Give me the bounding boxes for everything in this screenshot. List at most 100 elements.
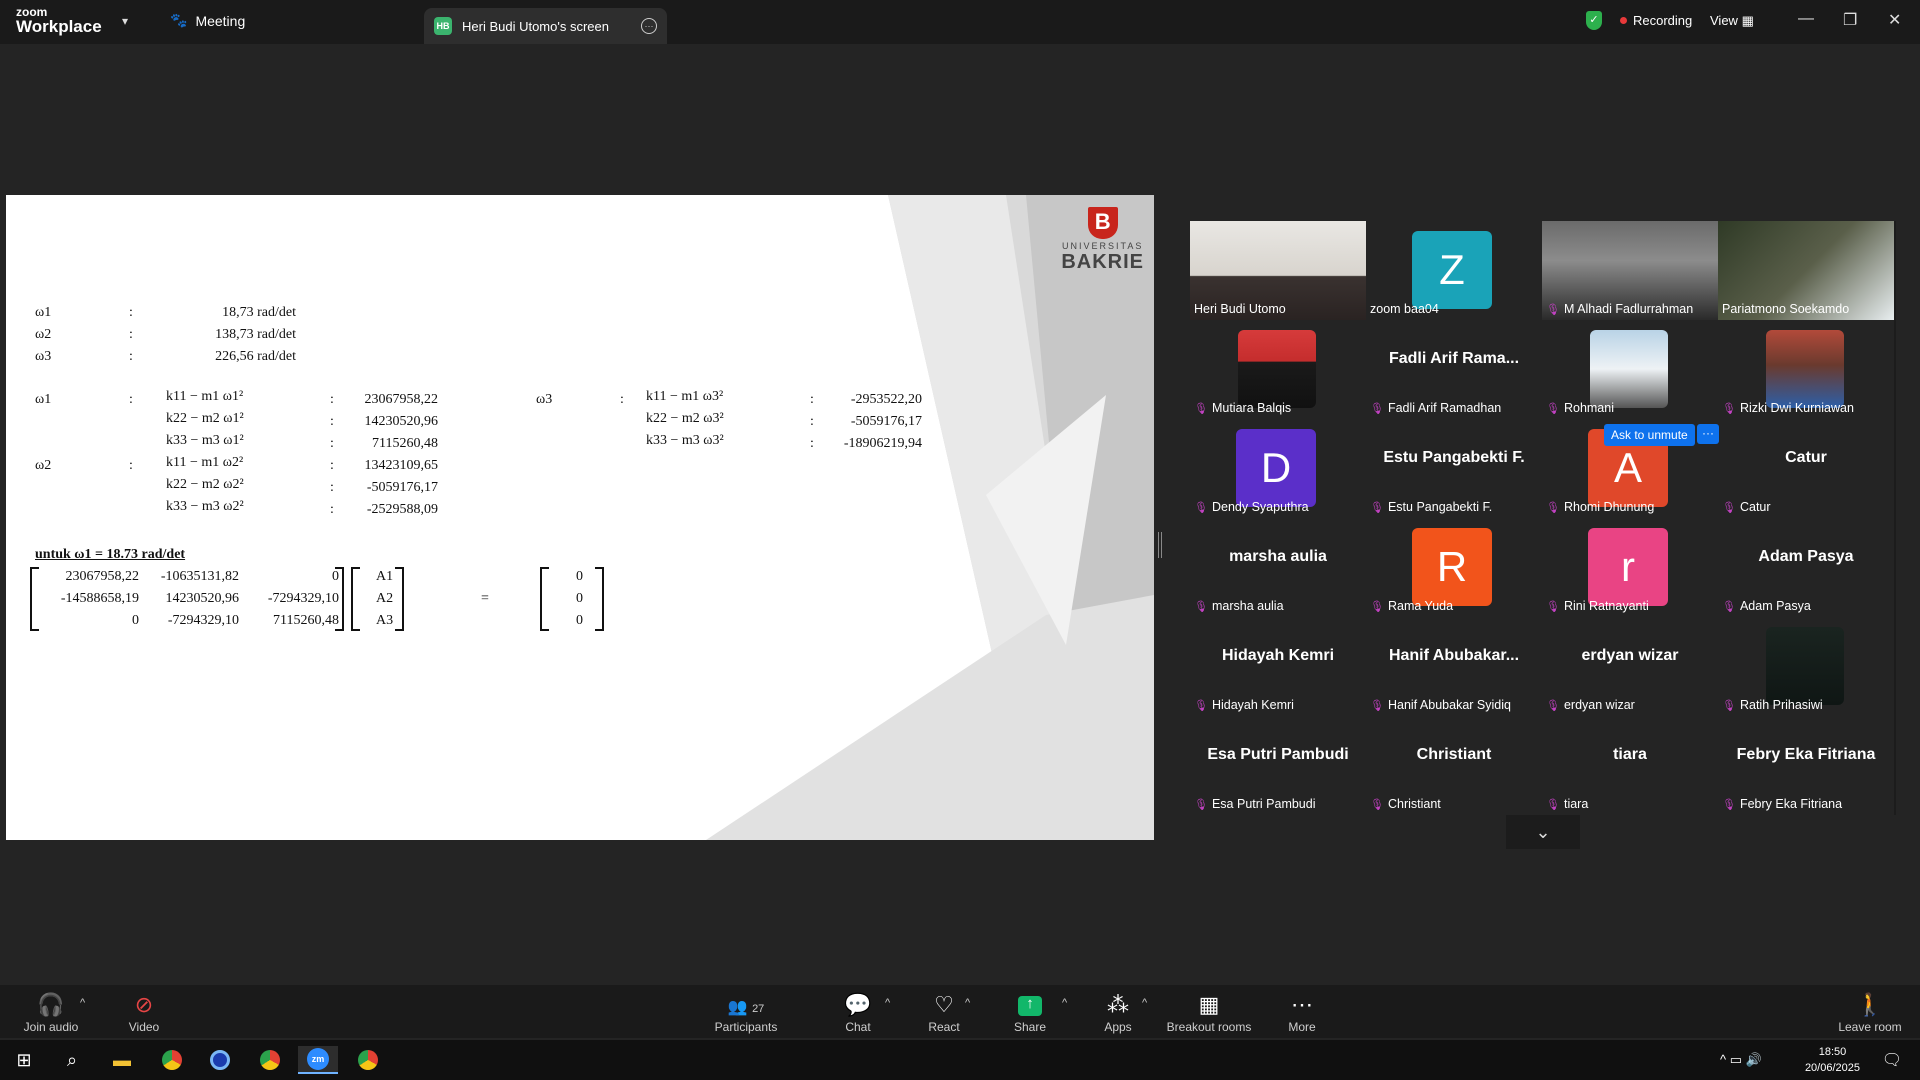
recording-indicator[interactable]: Recording <box>1620 13 1692 28</box>
file-explorer-icon[interactable]: ▬ <box>102 1046 142 1074</box>
participant-tile[interactable]: Pariatmono Soekamdo <box>1718 221 1894 320</box>
join-audio-button[interactable]: 🎧 Join audio <box>22 985 80 1038</box>
leave-room-button[interactable]: 🚶 Leave room <box>1838 985 1902 1038</box>
participant-tile[interactable]: 🎙 Rizki Dwi Kurniawan <box>1718 320 1894 419</box>
chevron-down-icon[interactable]: ▾ <box>122 14 128 28</box>
participants-button[interactable]: 👥 27 Participants <box>712 985 780 1038</box>
participant-name: Mutiara Balqis <box>1211 401 1292 415</box>
windows-start-icon[interactable]: ⊞ <box>4 1046 44 1074</box>
participant-tile[interactable]: tiara 🎙 tiara <box>1542 716 1718 815</box>
freq-sep: : <box>129 349 133 364</box>
search-icon[interactable]: ⌕ <box>52 1046 92 1074</box>
chat-caret-icon[interactable]: ^ <box>885 997 890 1009</box>
gallery-next-page-icon[interactable]: ⌄ <box>1506 815 1580 849</box>
participant-name-label: Pariatmono Soekamdo <box>1722 302 1849 316</box>
close-icon[interactable]: ✕ <box>1888 10 1901 30</box>
apps-button[interactable]: ⁂ Apps <box>1103 985 1133 1038</box>
participant-name-label: 🎙 Mutiara Balqis <box>1194 401 1291 415</box>
shared-screen-label: Heri Budi Utomo's screen <box>462 18 609 34</box>
colon: : <box>620 392 624 407</box>
more-button[interactable]: ⋯ More <box>1285 985 1319 1038</box>
participant-tile[interactable]: Estu Pangabekti F. 🎙 Estu Pangabekti F. <box>1366 419 1542 518</box>
zoom-logo[interactable]: zoom Workplace <box>16 6 102 35</box>
minimize-icon[interactable]: — <box>1798 10 1814 28</box>
participant-name: tiara <box>1563 797 1589 811</box>
participant-display-name: Adam Pasya <box>1758 548 1854 565</box>
muted-mic-icon: 🎙 <box>1546 303 1560 316</box>
participant-tile[interactable]: 🎙 Rohmani <box>1542 320 1718 419</box>
more-options-icon[interactable]: ··· <box>641 18 657 34</box>
chat-button[interactable]: 💬 Chat <box>840 985 876 1038</box>
chrome-icon[interactable] <box>152 1046 192 1074</box>
freq-value: 226,56 rad/det <box>215 349 296 364</box>
participant-tile[interactable]: Catur 🎙 Catur <box>1718 419 1894 518</box>
participant-tile[interactable]: Heri Budi Utomo <box>1190 221 1366 320</box>
notifications-icon[interactable]: 🗨 <box>1872 1046 1912 1074</box>
participant-name-label: 🎙 Rama Yuda <box>1370 599 1453 613</box>
muted-mic-icon: 🎙 <box>1722 600 1736 613</box>
view-button[interactable]: View ▦ <box>1710 13 1754 29</box>
react-button[interactable]: ♡ React <box>924 985 964 1038</box>
ask-to-unmute-button[interactable]: Ask to unmute <box>1604 424 1695 446</box>
participant-tile[interactable]: Fadli Arif Rama... 🎙 Fadli Arif Ramadhan <box>1366 320 1542 419</box>
colon: : <box>330 458 334 473</box>
breakout-rooms-button[interactable]: ▦ Breakout rooms <box>1166 985 1252 1038</box>
freq-label: ω2 <box>35 327 52 342</box>
freq-label: ω3 <box>35 349 52 364</box>
participant-tile[interactable]: R 🎙 Rama Yuda <box>1366 518 1542 617</box>
participant-name: M Alhadi Fadlurrahman <box>1563 302 1694 316</box>
participant-tile[interactable]: Christiant 🎙 Christiant <box>1366 716 1542 815</box>
muted-mic-icon: 🎙 <box>1370 501 1384 514</box>
app-icon[interactable] <box>200 1046 240 1074</box>
colon: : <box>330 392 334 407</box>
w1-value: 23067958,22 <box>364 392 439 407</box>
participants-count: 27 <box>752 1003 765 1015</box>
vector-zero-cell: 0 <box>576 591 583 606</box>
panel-resize-handle[interactable] <box>1158 532 1162 558</box>
chrome-icon[interactable] <box>348 1046 388 1074</box>
participant-tile[interactable]: Adam Pasya 🎙 Adam Pasya <box>1718 518 1894 617</box>
omega2-label: ω2 <box>35 458 52 473</box>
participant-tile[interactable]: erdyan wizar 🎙 erdyan wizar <box>1542 617 1718 716</box>
audio-options-caret-icon[interactable]: ^ <box>80 997 85 1009</box>
apps-caret-icon[interactable]: ^ <box>1142 997 1147 1009</box>
matrix-cell: 7115260,48 <box>273 613 339 628</box>
shared-screen-tab[interactable]: HB Heri Budi Utomo's screen ··· <box>424 8 667 44</box>
chat-icon: 💬 <box>844 992 872 1017</box>
participant-tile[interactable]: r 🎙 Rini Ratnayanti <box>1542 518 1718 617</box>
system-tray-icons[interactable]: ^ ▭ 🔊 <box>1720 1046 1810 1074</box>
omega1-label: ω1 <box>35 392 52 407</box>
encryption-shield-icon[interactable]: ✓ <box>1586 11 1602 30</box>
participant-tile[interactable]: Esa Putri Pambudi 🎙 Esa Putri Pambudi <box>1190 716 1366 815</box>
vector-zero-cell: 0 <box>576 613 583 628</box>
participant-tile[interactable]: Hanif Abubakar... 🎙 Hanif Abubakar Syidiq <box>1366 617 1542 716</box>
participant-tile[interactable]: 🎙 Mutiara Balqis <box>1190 320 1366 419</box>
participant-tile[interactable]: 🎙 M Alhadi Fadlurrahman <box>1542 221 1718 320</box>
participant-name-label: 🎙 Fadli Arif Ramadhan <box>1370 401 1501 415</box>
participant-tile[interactable]: 🎙 Ratih Prihasiwi <box>1718 617 1894 716</box>
participant-tile[interactable]: Febry Eka Fitriana 🎙 Febry Eka Fitriana <box>1718 716 1894 815</box>
participant-tile[interactable]: D 🎙 Dendy Syaputhra <box>1190 419 1366 518</box>
participant-tile[interactable]: Hidayah Kemri 🎙 Hidayah Kemri <box>1190 617 1366 716</box>
meeting-button[interactable]: 🐾 Meeting <box>170 12 245 29</box>
restore-icon[interactable]: ❐ <box>1843 10 1857 30</box>
video-button[interactable]: ⊘ Video <box>124 985 164 1038</box>
participant-tile[interactable]: Zzoom baa04 <box>1366 221 1542 320</box>
tile-more-button[interactable]: ··· <box>1697 424 1719 444</box>
muted-mic-icon: 🎙 <box>1546 699 1560 712</box>
participant-tile[interactable]: marsha aulia 🎙 marsha aulia <box>1190 518 1366 617</box>
participants-label: Participants <box>714 1020 778 1034</box>
share-button[interactable]: ↑ Share <box>1013 985 1047 1038</box>
share-caret-icon[interactable]: ^ <box>1062 997 1067 1009</box>
participant-name: zoom baa04 <box>1370 302 1439 316</box>
participant-display-name: Christiant <box>1416 746 1492 763</box>
freq-sep: : <box>129 305 133 320</box>
chrome-icon[interactable] <box>250 1046 290 1074</box>
react-caret-icon[interactable]: ^ <box>965 997 970 1009</box>
participant-name: Dendy Syaputhra <box>1211 500 1309 514</box>
colon: : <box>810 414 814 429</box>
clock[interactable]: 18:50 20/06/2025 <box>1805 1044 1860 1076</box>
participant-name-label: 🎙 Rizki Dwi Kurniawan <box>1722 401 1854 415</box>
apps-label: Apps <box>1104 1020 1132 1034</box>
zoom-taskbar-icon[interactable]: zm <box>298 1046 338 1074</box>
